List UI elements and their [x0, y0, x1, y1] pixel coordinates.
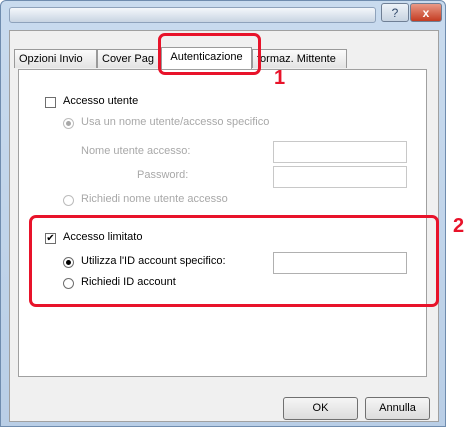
tab-opzioni-invio[interactable]: Opzioni Invio — [14, 49, 97, 68]
username-label: Nome utente accesso: — [81, 145, 191, 157]
ask-username-label: Richiedi nome utente accesso — [81, 193, 228, 205]
dialog-window: ? x Opzioni Invio Cover Pag Autenticazio… — [0, 0, 446, 427]
ask-username-radio[interactable] — [63, 195, 74, 206]
user-access-label: Accesso utente — [63, 95, 139, 107]
tab-informaz-mittente[interactable]: formaz. Mittente — [252, 49, 347, 68]
password-label: Password: — [137, 169, 189, 181]
help-button[interactable]: ? — [381, 3, 409, 22]
title-bar — [9, 7, 376, 23]
tab-cover-page[interactable]: Cover Pag — [97, 49, 161, 68]
step2-highlight — [29, 215, 439, 307]
step1-number: 1 — [274, 67, 286, 89]
user-access-checkbox[interactable] — [45, 97, 56, 108]
use-specific-username-label: Usa un nome utente/accesso specifico — [81, 116, 270, 128]
close-button[interactable]: x — [410, 3, 442, 22]
tab-autenticazione[interactable]: Autenticazione — [161, 47, 252, 69]
password-field[interactable] — [273, 166, 407, 188]
step2-number: 2 — [453, 215, 465, 237]
use-specific-username-radio[interactable] — [63, 118, 74, 129]
ok-button[interactable]: OK — [283, 397, 358, 420]
username-field[interactable] — [273, 141, 407, 163]
cancel-button[interactable]: Annulla — [365, 397, 430, 420]
